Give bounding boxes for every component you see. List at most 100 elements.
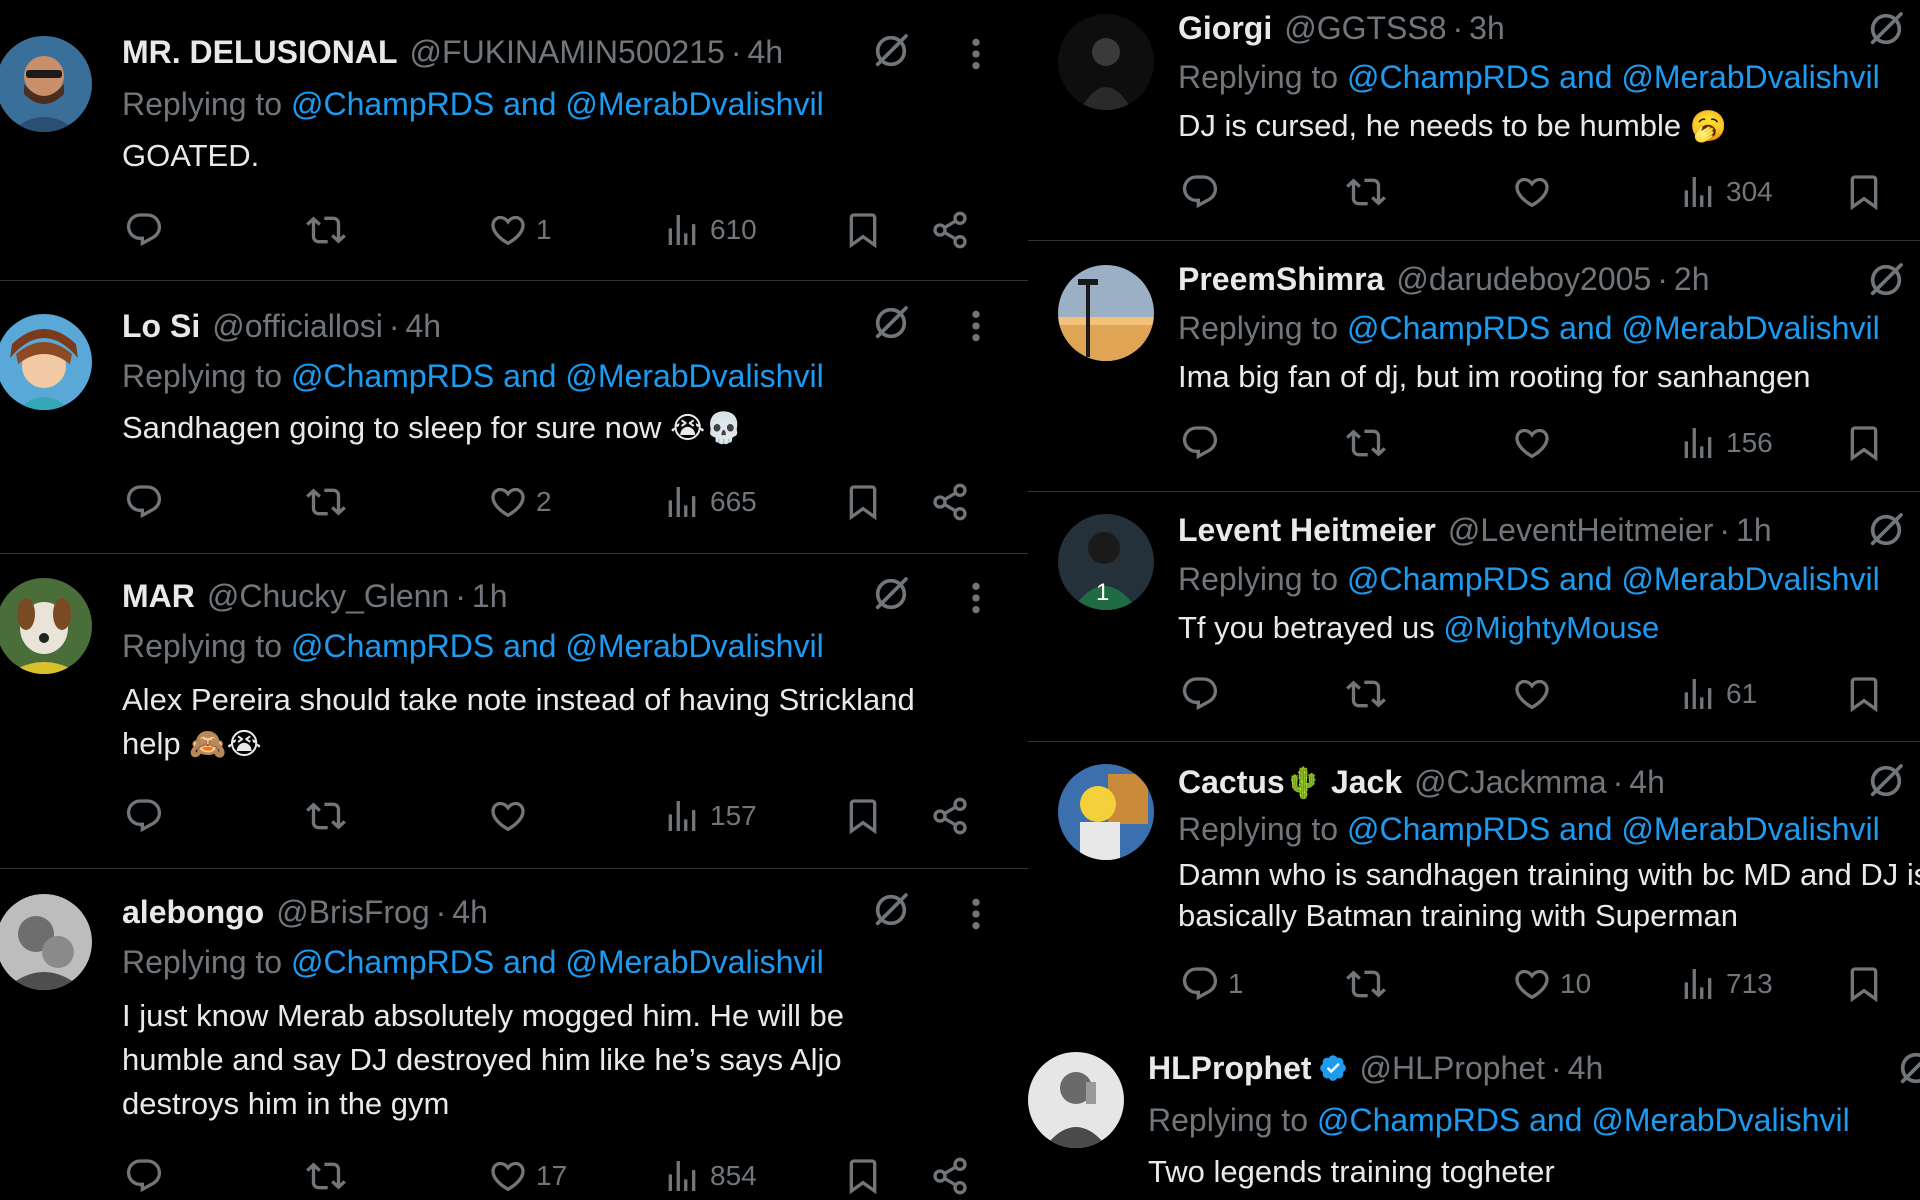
views-button[interactable]: 854 xyxy=(662,1154,757,1198)
avatar[interactable] xyxy=(1058,265,1154,361)
reply-button[interactable] xyxy=(1180,170,1228,214)
repost-button[interactable] xyxy=(306,208,354,252)
repost-button[interactable] xyxy=(306,794,354,838)
bookmark-button[interactable] xyxy=(843,480,883,524)
replying-to-mentions[interactable]: @ChampRDS and @MerabDvalishvil xyxy=(291,86,824,122)
display-name[interactable]: Giorgi xyxy=(1178,8,1272,48)
reply-button[interactable] xyxy=(124,794,172,838)
like-button[interactable]: 10 xyxy=(1512,962,1591,1006)
timestamp[interactable]: 4h xyxy=(452,892,488,932)
more-icon[interactable] xyxy=(968,34,984,74)
repost-button[interactable] xyxy=(306,1154,354,1198)
timestamp[interactable]: 1h xyxy=(472,576,508,616)
display-name[interactable]: Lo Si xyxy=(122,306,200,346)
user-handle[interactable]: @Chucky_Glenn xyxy=(207,576,449,616)
user-handle[interactable]: @BrisFrog xyxy=(276,892,429,932)
timestamp[interactable]: 4h xyxy=(1629,762,1665,802)
repost-button[interactable] xyxy=(1346,672,1394,716)
user-handle[interactable]: @officiallosi xyxy=(212,306,383,346)
reply-tweet[interactable]: alebongo @BrisFrog · 4h Replying to @Cha… xyxy=(0,870,1028,1200)
reply-tweet[interactable]: HLProphet @HLProphet · 4h Replying to @C… xyxy=(1028,1030,1920,1200)
grok-icon[interactable] xyxy=(1896,1048,1920,1088)
reply-button[interactable] xyxy=(1180,421,1228,465)
display-name[interactable]: MR. DELUSIONAL xyxy=(122,32,398,72)
like-button[interactable] xyxy=(1512,170,1560,214)
reply-button[interactable] xyxy=(124,480,172,524)
views-button[interactable]: 665 xyxy=(662,480,757,524)
display-name[interactable]: Levent Heitmeier xyxy=(1178,510,1436,550)
like-button[interactable]: 2 xyxy=(488,480,552,524)
share-button[interactable] xyxy=(930,480,970,524)
reply-button[interactable] xyxy=(1180,672,1228,716)
avatar[interactable] xyxy=(1028,1052,1124,1148)
bookmark-button[interactable] xyxy=(843,1154,883,1198)
timestamp[interactable]: 1h xyxy=(1736,510,1772,550)
replying-to-mentions[interactable]: @ChampRDS and @MerabDvalishvil xyxy=(1347,59,1880,95)
views-button[interactable]: 157 xyxy=(662,794,757,838)
replying-to-mentions[interactable]: @ChampRDS and @MerabDvalishvil xyxy=(1347,310,1880,346)
like-button[interactable]: 17 xyxy=(488,1154,567,1198)
repost-button[interactable] xyxy=(1346,170,1394,214)
user-handle[interactable]: @HLProphet xyxy=(1360,1048,1545,1088)
grok-icon[interactable] xyxy=(871,31,911,71)
share-button[interactable] xyxy=(930,1154,970,1198)
replying-to-mentions[interactable]: @ChampRDS and @MerabDvalishvil xyxy=(1347,811,1880,847)
reply-tweet[interactable]: Lo Si @officiallosi · 4h Replying to @Ch… xyxy=(0,282,1028,554)
repost-button[interactable] xyxy=(1346,421,1394,465)
reply-tweet[interactable]: PreemShimra @darudeboy2005 · 2h Replying… xyxy=(1028,241,1920,491)
user-handle[interactable]: @LeventHeitmeier xyxy=(1448,510,1713,550)
reply-tweet[interactable]: MAR @Chucky_Glenn · 1h Replying to @Cham… xyxy=(0,554,1028,870)
bookmark-button[interactable] xyxy=(843,794,883,838)
share-button[interactable] xyxy=(930,208,970,252)
display-name[interactable]: alebongo xyxy=(122,892,264,932)
replying-to-mentions[interactable]: @ChampRDS and @MerabDvalishvil xyxy=(1347,561,1880,597)
grok-icon[interactable] xyxy=(871,303,911,343)
display-name[interactable]: HLProphet xyxy=(1148,1048,1312,1088)
reply-button[interactable]: 1 xyxy=(1180,962,1244,1006)
replying-to-mentions[interactable]: @ChampRDS and @MerabDvalishvil xyxy=(291,358,824,394)
timestamp[interactable]: 4h xyxy=(1568,1048,1604,1088)
bookmark-button[interactable] xyxy=(843,208,883,252)
user-handle[interactable]: @GGTSS8 xyxy=(1284,8,1446,48)
avatar[interactable] xyxy=(0,578,92,674)
like-button[interactable] xyxy=(1512,672,1560,716)
tweet-mention[interactable]: @MightyMouse xyxy=(1443,610,1659,645)
replying-to-mentions[interactable]: @ChampRDS and @MerabDvalishvil xyxy=(291,944,824,980)
grok-icon[interactable] xyxy=(1866,9,1906,49)
timestamp[interactable]: 4h xyxy=(747,32,783,72)
grok-icon[interactable] xyxy=(1866,510,1906,550)
display-name[interactable]: MAR xyxy=(122,576,195,616)
reply-tweet[interactable]: Cactus🌵 Jack @CJackmma · 4h Replying to … xyxy=(1028,742,1920,1022)
views-button[interactable]: 61 xyxy=(1678,672,1757,716)
more-icon[interactable] xyxy=(968,894,984,934)
timestamp[interactable]: 2h xyxy=(1674,259,1710,299)
avatar[interactable] xyxy=(1058,764,1154,860)
more-icon[interactable] xyxy=(968,306,984,346)
display-name[interactable]: Cactus🌵 Jack xyxy=(1178,762,1402,804)
views-button[interactable]: 610 xyxy=(662,208,757,252)
views-button[interactable]: 713 xyxy=(1678,962,1773,1006)
bookmark-button[interactable] xyxy=(1844,421,1884,465)
user-handle[interactable]: @FUKINAMIN500215 xyxy=(410,32,725,72)
bookmark-button[interactable] xyxy=(1844,672,1884,716)
replying-to-mentions[interactable]: @ChampRDS and @MerabDvalishvil xyxy=(291,628,824,664)
grok-icon[interactable] xyxy=(871,574,911,614)
like-button[interactable] xyxy=(488,794,536,838)
like-button[interactable]: 1 xyxy=(488,208,552,252)
replying-to-mentions[interactable]: @ChampRDS and @MerabDvalishvil xyxy=(1317,1102,1850,1138)
timestamp[interactable]: 3h xyxy=(1469,8,1505,48)
user-handle[interactable]: @CJackmma xyxy=(1414,762,1607,802)
avatar[interactable]: 1 xyxy=(1058,514,1154,610)
avatar[interactable] xyxy=(0,36,92,132)
reply-tweet[interactable]: MR. DELUSIONAL @FUKINAMIN500215 · 4h Rep… xyxy=(0,0,1028,282)
views-button[interactable]: 304 xyxy=(1678,170,1773,214)
views-button[interactable]: 156 xyxy=(1678,421,1773,465)
grok-icon[interactable] xyxy=(1866,260,1906,300)
reply-tweet[interactable]: 1 Levent Heitmeier @LeventHeitmeier · 1h… xyxy=(1028,492,1920,742)
display-name[interactable]: PreemShimra xyxy=(1178,259,1384,299)
bookmark-button[interactable] xyxy=(1844,170,1884,214)
avatar[interactable] xyxy=(0,314,92,410)
more-icon[interactable] xyxy=(968,578,984,618)
like-button[interactable] xyxy=(1512,421,1560,465)
reply-button[interactable] xyxy=(124,208,172,252)
